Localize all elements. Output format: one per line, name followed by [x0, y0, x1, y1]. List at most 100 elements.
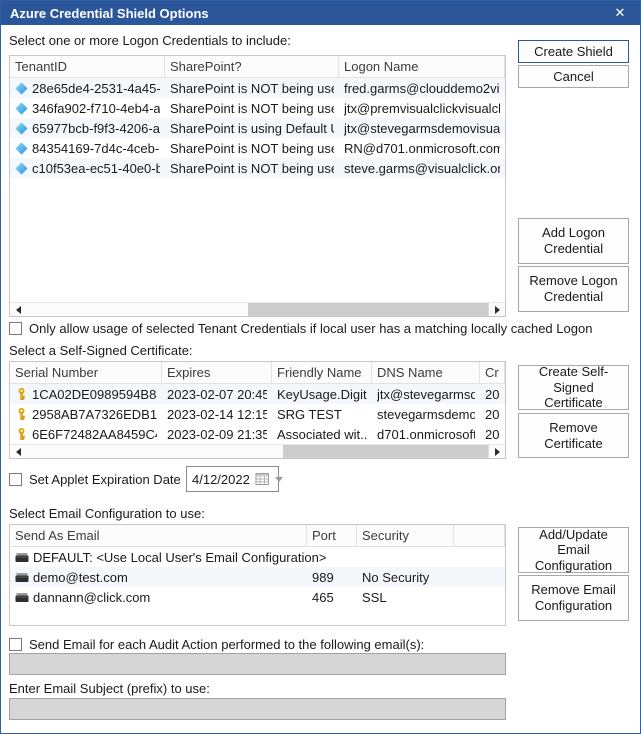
port: 989	[312, 570, 334, 585]
logon-name: jtx@stevegarmsdemovisualcli	[344, 121, 500, 136]
column-header-tenantid[interactable]: TenantID	[10, 56, 165, 77]
remove-logon-credential-button[interactable]: Remove Logon Credential	[518, 266, 629, 312]
certificates-list: Serial Number Expires Friendly Name DNS …	[9, 361, 506, 459]
audit-email-checkbox[interactable]	[9, 638, 22, 651]
azure-diamond-icon	[15, 122, 28, 135]
email-section-label: Select Email Configuration to use:	[9, 506, 205, 521]
scroll-left-icon[interactable]	[10, 445, 27, 458]
applet-expiration-checkbox-label: Set Applet Expiration Date	[29, 472, 181, 487]
tenant-id: 84354169-7d4c-4ceb-...	[32, 141, 160, 156]
tenant-id: 28e65de4-2531-4a45-...	[32, 81, 160, 96]
tenant-credentials-checkbox-label: Only allow usage of selected Tenant Cred…	[29, 321, 592, 336]
column-header-logon-name[interactable]: Logon Name	[339, 56, 505, 77]
azure-credential-shield-dialog: Azure Credential Shield Options ✕ Select…	[0, 0, 641, 734]
security: SSL	[362, 590, 387, 605]
horizontal-scrollbar[interactable]	[10, 444, 505, 458]
horizontal-scrollbar-thumb[interactable]	[26, 303, 248, 316]
audit-email-checkbox-row: Send Email for each Audit Action perform…	[9, 637, 424, 652]
key-icon	[15, 407, 28, 421]
azure-diamond-icon	[15, 82, 28, 95]
logon-name: jtx@premvisualclickvisualclick	[344, 101, 500, 116]
column-header-empty[interactable]	[454, 525, 505, 546]
calendar-icon	[255, 472, 270, 486]
logon-name: steve.garms@visualclick.onmi	[344, 161, 500, 176]
tenant-id: c10f53ea-ec51-40e0-b...	[32, 161, 160, 176]
logon-row[interactable]: 84354169-7d4c-4ceb-... SharePoint is NOT…	[10, 138, 505, 158]
expires: 2023-02-09 21:35	[167, 427, 267, 442]
close-icon[interactable]: ✕	[605, 1, 635, 25]
key-icon	[15, 427, 28, 441]
tenant-credentials-checkbox-row: Only allow usage of selected Tenant Cred…	[9, 321, 592, 336]
chevron-down-icon	[275, 477, 283, 482]
remove-email-configuration-button[interactable]: Remove Email Configuration	[518, 575, 629, 621]
email-list-header: Send As Email Port Security	[10, 525, 505, 547]
audit-email-checkbox-label: Send Email for each Audit Action perform…	[29, 637, 424, 652]
created: 20	[485, 427, 499, 442]
sharepoint-status: SharePoint is NOT being used	[170, 141, 334, 156]
cert-section-label: Select a Self-Signed Certificate:	[9, 343, 193, 358]
created: 20	[485, 407, 499, 422]
azure-diamond-icon	[15, 162, 28, 175]
certificate-row[interactable]: 1CA02DE0989594B84E... 2023-02-07 20:45 K…	[10, 384, 505, 404]
scroll-left-icon[interactable]	[10, 303, 27, 316]
friendly-name: SRG TEST	[277, 407, 342, 422]
create-self-signed-certificate-button[interactable]: Create Self-Signed Certificate	[518, 365, 629, 410]
serial-number: 6E6F72482AA8459C48...	[32, 427, 157, 442]
expiration-date-value: 4/12/2022	[192, 472, 250, 487]
dns-name: jtx@stevegarmsde...	[377, 387, 475, 402]
port: 465	[312, 590, 334, 605]
expires: 2023-02-07 20:45	[167, 387, 267, 402]
expiration-date-picker: 4/12/2022	[186, 466, 279, 492]
column-header-friendly-name[interactable]: Friendly Name	[272, 362, 372, 383]
security: No Security	[362, 570, 429, 585]
certificate-row[interactable]: 2958AB7A7326EDB149... 2023-02-14 12:15 S…	[10, 404, 505, 424]
remove-certificate-button[interactable]: Remove Certificate	[518, 413, 629, 458]
send-as-email: demo@test.com	[33, 570, 128, 585]
sharepoint-status: SharePoint is NOT being used	[170, 101, 334, 116]
audit-emails-input	[9, 653, 506, 675]
title-bar: Azure Credential Shield Options ✕	[1, 1, 640, 25]
scroll-right-icon[interactable]	[488, 445, 505, 458]
tenant-credentials-checkbox[interactable]	[9, 322, 22, 335]
sharepoint-status: SharePoint is NOT being used	[170, 81, 334, 96]
column-header-dns-name[interactable]: DNS Name	[372, 362, 480, 383]
applet-expiration-checkbox-row: Set Applet Expiration Date	[9, 472, 181, 487]
column-header-expires[interactable]: Expires	[162, 362, 272, 383]
azure-diamond-icon	[15, 102, 28, 115]
create-shield-button[interactable]: Create Shield	[518, 40, 629, 63]
logon-row[interactable]: 65977bcb-f9f3-4206-a... SharePoint is us…	[10, 118, 505, 138]
mail-icon	[15, 592, 29, 603]
column-header-sharepoint[interactable]: SharePoint?	[165, 56, 339, 77]
logon-credentials-list: TenantID SharePoint? Logon Name 28e65de4…	[9, 55, 506, 317]
column-header-security[interactable]: Security	[357, 525, 454, 546]
send-as-email: DEFAULT: <Use Local User's Email Configu…	[33, 550, 326, 565]
friendly-name: Associated wit...	[277, 427, 367, 442]
send-as-email: dannann@click.com	[33, 590, 150, 605]
applet-expiration-checkbox[interactable]	[9, 473, 22, 486]
expires: 2023-02-14 12:15	[167, 407, 267, 422]
add-update-email-configuration-button[interactable]: Add/Update Email Configuration	[518, 527, 629, 573]
column-header-created[interactable]: Cr	[480, 362, 505, 383]
email-config-row[interactable]: dannann@click.com 465 SSL	[10, 587, 505, 607]
column-header-send-as-email[interactable]: Send As Email	[10, 525, 307, 546]
scroll-right-icon[interactable]	[488, 303, 505, 316]
cert-list-header: Serial Number Expires Friendly Name DNS …	[10, 362, 505, 384]
serial-number: 2958AB7A7326EDB149...	[32, 407, 157, 422]
logon-row[interactable]: c10f53ea-ec51-40e0-b... SharePoint is NO…	[10, 158, 505, 178]
email-config-row[interactable]: demo@test.com 989 No Security	[10, 567, 505, 587]
logon-name: RN@d701.onmicrosoft.com	[344, 141, 500, 156]
logon-row[interactable]: 28e65de4-2531-4a45-... SharePoint is NOT…	[10, 78, 505, 98]
cancel-button[interactable]: Cancel	[518, 65, 629, 88]
horizontal-scrollbar-thumb[interactable]	[26, 445, 283, 458]
email-config-row[interactable]: DEFAULT: <Use Local User's Email Configu…	[10, 547, 505, 567]
email-configuration-list: Send As Email Port Security DEFAULT: <Us…	[9, 524, 506, 626]
horizontal-scrollbar[interactable]	[10, 302, 505, 316]
column-header-port[interactable]: Port	[307, 525, 357, 546]
certificate-row[interactable]: 6E6F72482AA8459C48... 2023-02-09 21:35 A…	[10, 424, 505, 444]
window-title: Azure Credential Shield Options	[10, 6, 209, 21]
azure-diamond-icon	[15, 142, 28, 155]
logon-row[interactable]: 346fa902-f710-4eb4-a... SharePoint is NO…	[10, 98, 505, 118]
column-header-serial[interactable]: Serial Number	[10, 362, 162, 383]
logon-list-header: TenantID SharePoint? Logon Name	[10, 56, 505, 78]
add-logon-credential-button[interactable]: Add Logon Credential	[518, 218, 629, 264]
